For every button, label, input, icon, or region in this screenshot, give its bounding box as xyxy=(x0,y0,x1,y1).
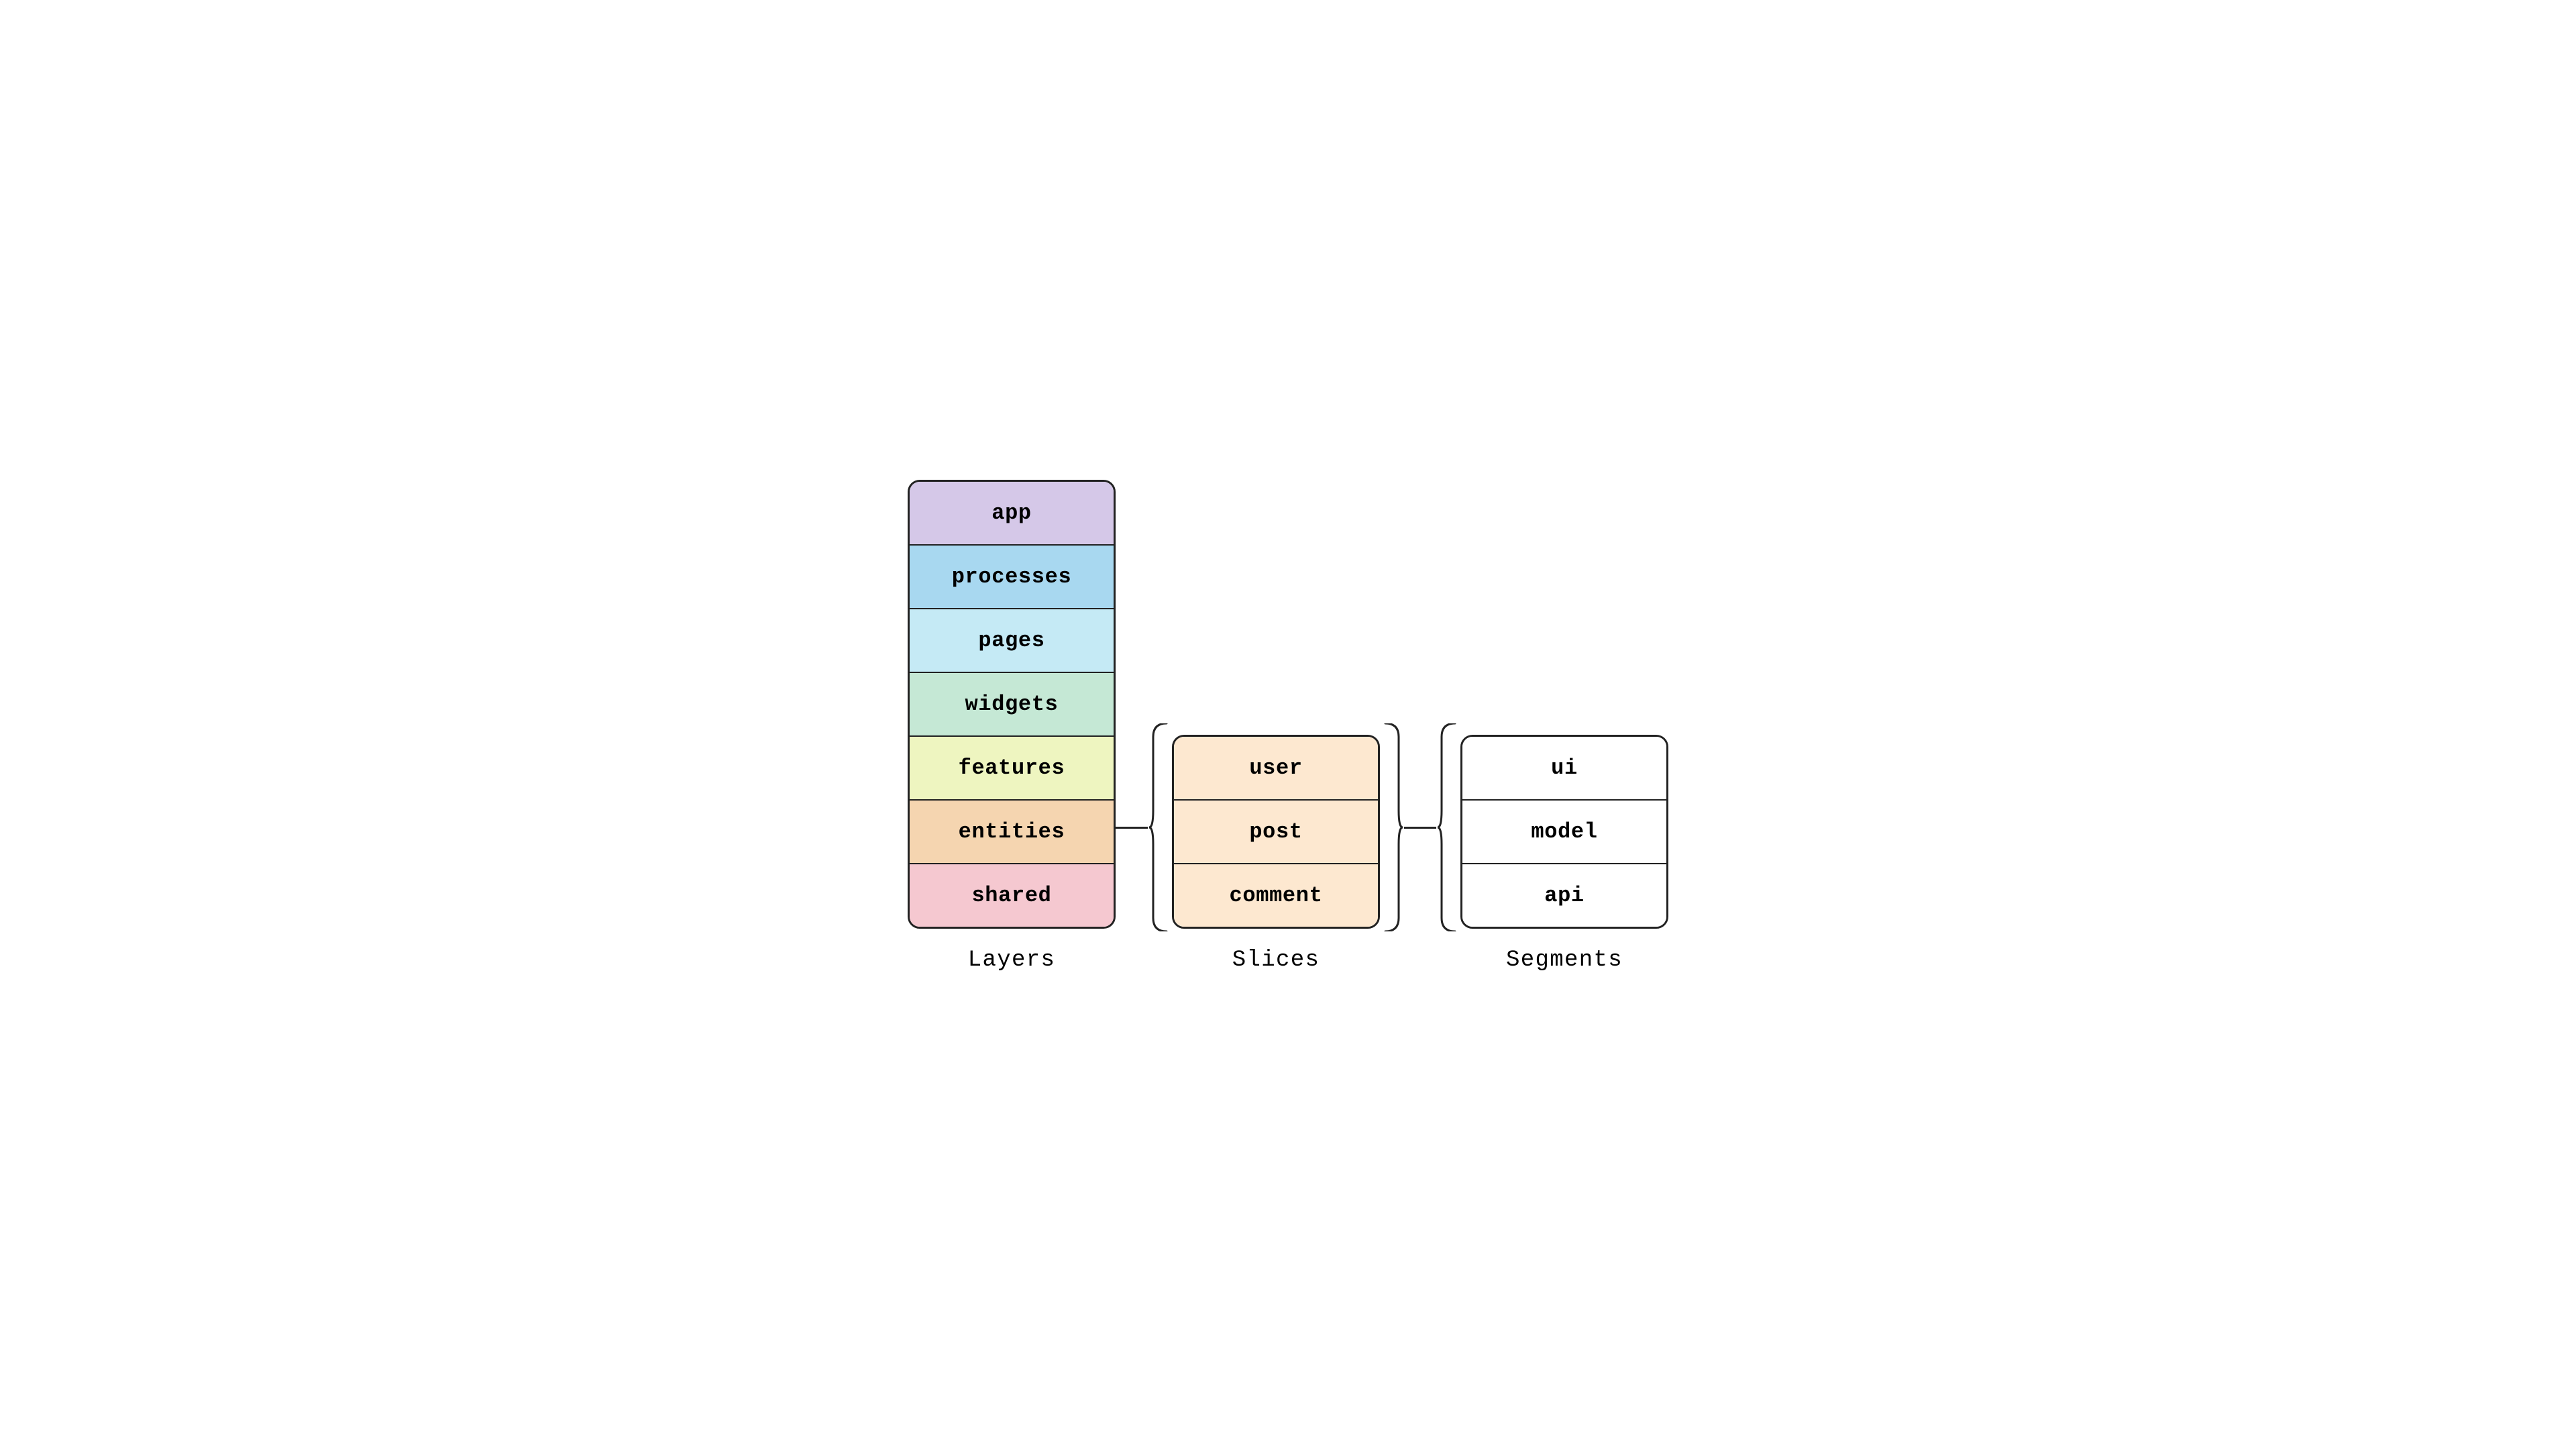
layers-label: Layers xyxy=(968,948,1056,973)
segment-api: api xyxy=(1462,864,1666,927)
slices-to-segments-connector xyxy=(1380,723,1460,931)
segments-stack: ui model api xyxy=(1460,735,1668,929)
layers-to-slices-connector xyxy=(1116,461,1172,931)
slices-stack: user post comment xyxy=(1172,735,1380,929)
layer-app: app xyxy=(910,482,1114,546)
segments-column: ui model api Segments xyxy=(1460,735,1668,973)
layers-column: app processes pages widgets features ent… xyxy=(908,480,1116,973)
slices-column: user post comment Slices xyxy=(1172,735,1380,973)
h-line-left xyxy=(1116,827,1148,829)
layer-processes: processes xyxy=(910,546,1114,609)
right-brace-svg xyxy=(1380,723,1404,931)
layer-entities: entities xyxy=(910,801,1114,864)
layers-stack: app processes pages widgets features ent… xyxy=(908,480,1116,929)
segment-ui: ui xyxy=(1462,737,1666,801)
left-brace-segments-svg xyxy=(1436,723,1460,931)
left-brace-svg xyxy=(1148,723,1172,931)
segments-label: Segments xyxy=(1506,948,1623,973)
layer-pages: pages xyxy=(910,609,1114,673)
layer-widgets: widgets xyxy=(910,673,1114,737)
slice-comment: comment xyxy=(1174,864,1378,927)
layer-features: features xyxy=(910,737,1114,801)
h-line-mid xyxy=(1404,827,1436,829)
slice-user: user xyxy=(1174,737,1378,801)
slice-post: post xyxy=(1174,801,1378,864)
main-layout: app processes pages widgets features ent… xyxy=(908,461,1668,973)
segment-model: model xyxy=(1462,801,1666,864)
diagram-container: app processes pages widgets features ent… xyxy=(854,421,1722,1013)
slices-label: Slices xyxy=(1232,948,1320,973)
layer-shared: shared xyxy=(910,864,1114,927)
